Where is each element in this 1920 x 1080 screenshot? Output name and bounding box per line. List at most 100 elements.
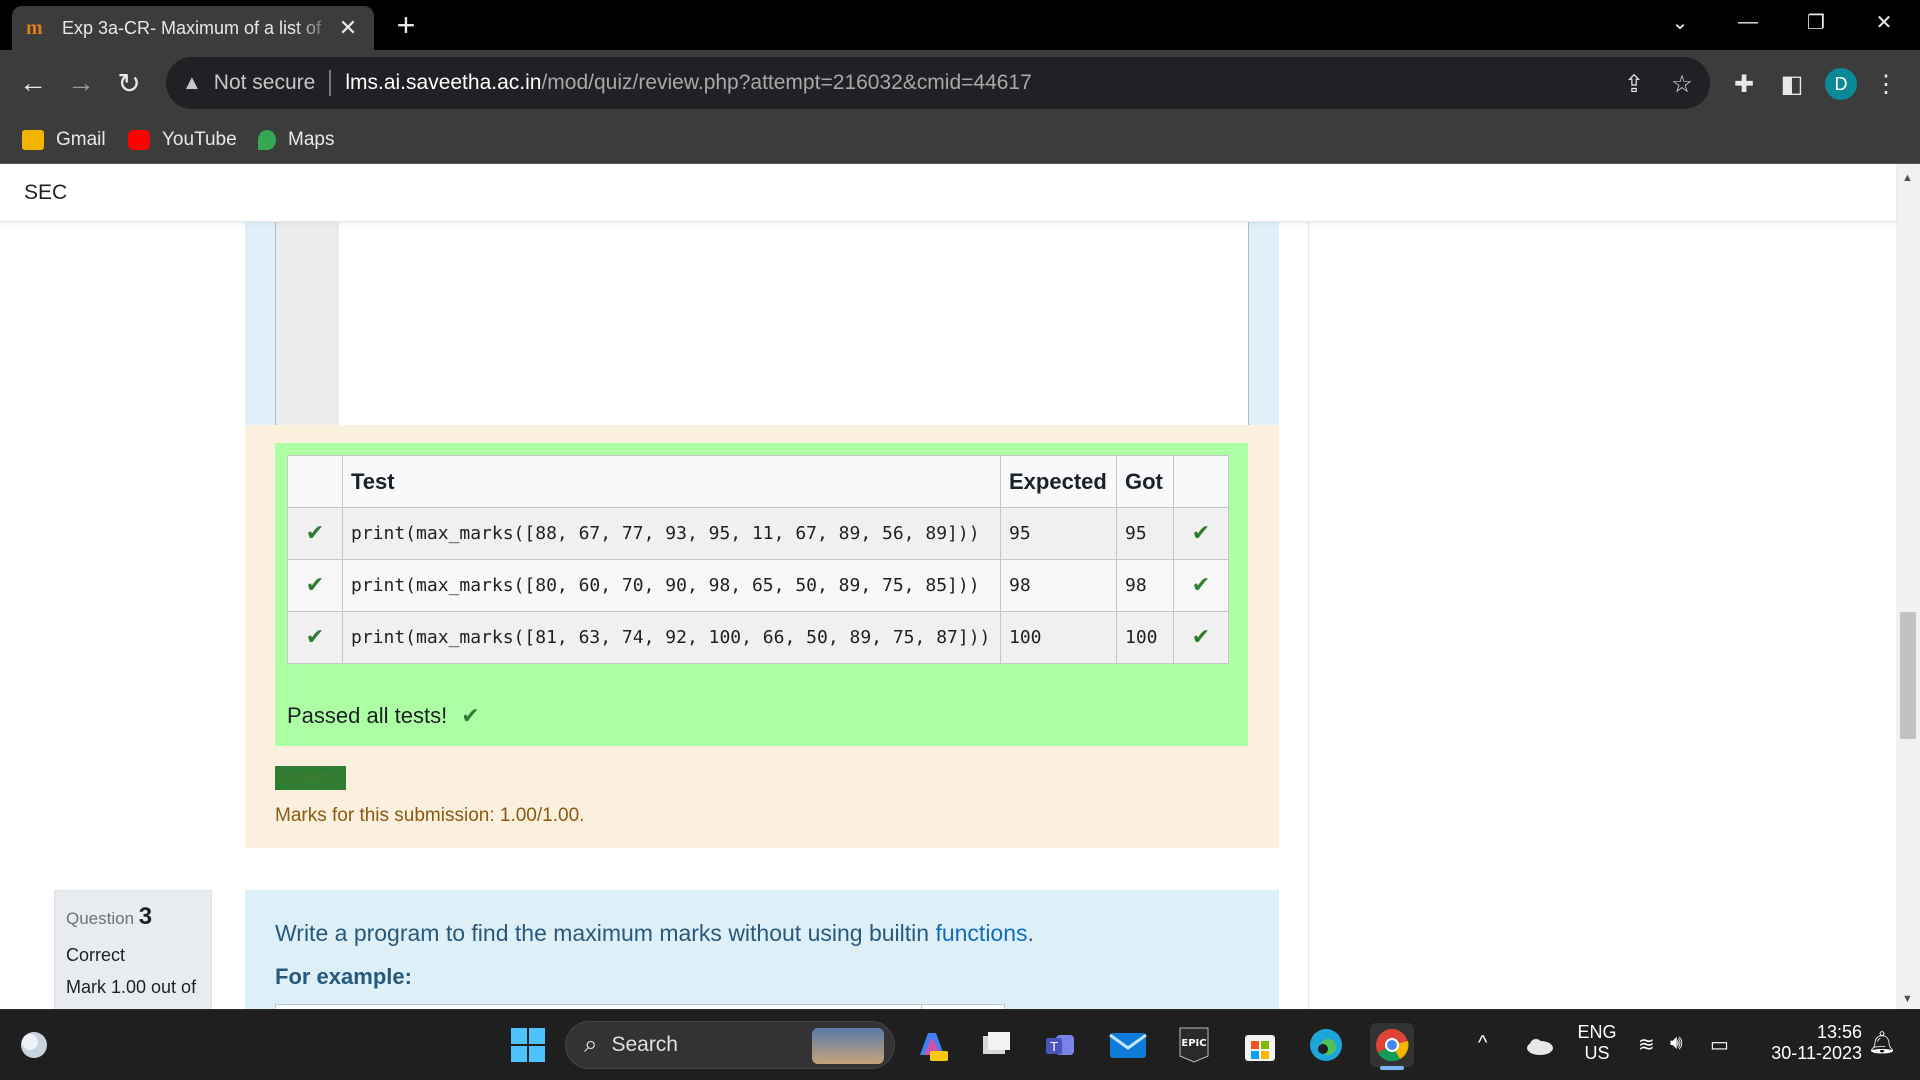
table-row: ✔ print(max_marks([88, 67, 77, 93, 95, 1… bbox=[287, 507, 1229, 560]
language-bottom: US bbox=[1584, 1043, 1610, 1063]
start-windows-icon[interactable] bbox=[506, 1023, 550, 1067]
clock[interactable]: 13:56 30-11-2023 bbox=[1752, 1022, 1862, 1064]
feedback-panel: Test Expected Got ✔ print(max_marks([88,… bbox=[245, 425, 1279, 848]
new-tab-button[interactable]: + bbox=[390, 9, 422, 42]
prompt-text: Write a program to find the maximum mark… bbox=[275, 920, 936, 946]
table-header-row: Test Expected Got bbox=[287, 455, 1229, 508]
question-number-value: 3 bbox=[138, 903, 153, 930]
tab-close-icon[interactable]: ✕ bbox=[336, 15, 360, 40]
marks-summary: Marks for this submission: 1.00/1.00. bbox=[275, 805, 585, 826]
search-highlight-icon bbox=[812, 1028, 884, 1064]
functions-link[interactable]: functions bbox=[935, 920, 1027, 946]
got-value: 98 bbox=[1116, 559, 1174, 612]
scrollbar-thumb[interactable] bbox=[1900, 612, 1916, 739]
taskbar-search-box[interactable]: ⌕ Search bbox=[565, 1021, 895, 1069]
test-results-box: Test Expected Got ✔ print(max_marks([88,… bbox=[275, 443, 1248, 746]
status-badge: Correct bbox=[275, 766, 346, 790]
side-panel-icon[interactable]: ◧ bbox=[1778, 70, 1806, 98]
expected-value: 95 bbox=[1000, 507, 1117, 560]
extensions-puzzle-icon[interactable]: ✚ bbox=[1730, 70, 1758, 98]
page-scrollbar[interactable]: ▲ ▼ bbox=[1896, 164, 1920, 1009]
test-results-table: Test Expected Got ✔ print(max_marks([88,… bbox=[287, 455, 1229, 664]
svg-text:T: T bbox=[1049, 1040, 1058, 1054]
forward-arrow-icon[interactable]: → bbox=[61, 63, 101, 103]
pass-check-icon: ✔ bbox=[287, 507, 343, 560]
search-icon: ⌕ bbox=[584, 1031, 598, 1058]
tab-title: Exp 3a-CR- Maximum of a list of bbox=[62, 17, 322, 38]
menu-kebab-icon[interactable]: ⋮ bbox=[1872, 70, 1900, 98]
scroll-down-arrow-icon[interactable]: ▼ bbox=[1902, 993, 1913, 1005]
prompt-end: . bbox=[1027, 920, 1034, 946]
question-state: Correct bbox=[66, 945, 126, 965]
url-domain: lms.ai.saveetha.ac.in bbox=[345, 71, 542, 94]
mail-icon[interactable] bbox=[1106, 1023, 1150, 1067]
wifi-icon[interactable]: ≋ bbox=[1638, 1032, 1655, 1057]
search-placeholder: Search bbox=[611, 1033, 678, 1056]
profile-avatar[interactable]: D bbox=[1825, 68, 1857, 100]
got-value: 95 bbox=[1116, 507, 1174, 560]
minimize-button[interactable]: — bbox=[1718, 0, 1778, 44]
address-bar[interactable]: ▲ Not secure lms.ai.saveetha.ac.in /mod/… bbox=[166, 57, 1710, 109]
epic-games-icon[interactable]: EPIC bbox=[1172, 1023, 1216, 1067]
bookmark-maps[interactable]: Maps bbox=[258, 124, 334, 156]
bookmark-label: Gmail bbox=[56, 129, 106, 150]
for-example-heading: For example: bbox=[275, 964, 412, 989]
active-app-indicator bbox=[1380, 1066, 1404, 1070]
language-indicator[interactable]: ENG US bbox=[1572, 1022, 1622, 1064]
maps-icon bbox=[258, 130, 276, 150]
test-code: print(max_marks([88, 67, 77, 93, 95, 11,… bbox=[342, 507, 1001, 560]
moodle-favicon-icon: m bbox=[26, 17, 43, 39]
header-result bbox=[1173, 455, 1229, 508]
bookmark-gmail[interactable]: Gmail bbox=[22, 124, 106, 156]
header-test: Test bbox=[342, 455, 1001, 508]
bookmark-label: YouTube bbox=[162, 129, 237, 150]
share-icon[interactable]: ⇪ bbox=[1620, 70, 1648, 98]
content-divider bbox=[1308, 222, 1309, 1009]
site-brand[interactable]: SEC bbox=[24, 181, 67, 205]
site-navbar: SEC bbox=[0, 164, 1896, 222]
header-status bbox=[287, 455, 343, 508]
microsoft-store-icon[interactable] bbox=[1238, 1023, 1282, 1067]
header-expected: Expected bbox=[1000, 455, 1117, 508]
bookmark-youtube[interactable]: YouTube bbox=[128, 124, 237, 156]
volume-icon[interactable]: 🔊︎ bbox=[1670, 1032, 1683, 1055]
svg-text:EPIC: EPIC bbox=[1181, 1038, 1206, 1049]
warning-triangle-icon: ▲ bbox=[182, 71, 202, 94]
chrome-icon[interactable] bbox=[1370, 1023, 1414, 1067]
pass-check-icon: ✔ bbox=[287, 559, 343, 612]
onedrive-cloud-icon[interactable] bbox=[1518, 1024, 1562, 1068]
windows-taskbar bbox=[0, 1009, 1920, 1080]
battery-icon[interactable]: ▭ bbox=[1710, 1032, 1729, 1057]
close-window-button[interactable]: ✕ bbox=[1854, 0, 1914, 44]
table-row: ✔ print(max_marks([81, 63, 74, 92, 100, … bbox=[287, 611, 1229, 664]
teams-icon[interactable]: T bbox=[1038, 1023, 1082, 1067]
pass-check-icon: ✔ bbox=[1173, 559, 1229, 612]
weather-icon[interactable] bbox=[12, 1023, 56, 1067]
back-arrow-icon[interactable]: ← bbox=[13, 63, 53, 103]
tab-search-icon[interactable]: ⌄ bbox=[1650, 0, 1710, 44]
edge-icon[interactable] bbox=[1304, 1023, 1348, 1067]
reload-icon[interactable]: ↻ bbox=[109, 63, 149, 103]
scroll-up-arrow-icon[interactable]: ▲ bbox=[1902, 172, 1913, 184]
question-info-panel: Question 3 Correct Mark 1.00 out of bbox=[54, 890, 212, 1009]
table-row: ✔ print(max_marks([80, 60, 70, 90, 98, 6… bbox=[287, 559, 1229, 612]
question-label: Question bbox=[66, 909, 135, 928]
question-mark: Mark 1.00 out of bbox=[66, 977, 197, 997]
clock-time: 13:56 bbox=[1816, 1022, 1862, 1042]
question-prompt: Write a program to find the maximum mark… bbox=[275, 920, 1034, 947]
restore-button[interactable]: ❐ bbox=[1786, 0, 1846, 44]
chevron-up-icon[interactable]: ^ bbox=[1478, 1032, 1487, 1055]
test-code: print(max_marks([80, 60, 70, 90, 98, 65,… bbox=[342, 559, 1001, 612]
pass-check-icon: ✔ bbox=[1173, 611, 1229, 664]
copilot-icon[interactable] bbox=[910, 1023, 954, 1067]
security-label: Not secure bbox=[213, 71, 316, 94]
bookmark-star-icon[interactable]: ☆ bbox=[1668, 70, 1696, 98]
got-value: 100 bbox=[1116, 611, 1174, 664]
clock-date: 30-11-2023 bbox=[1771, 1043, 1862, 1063]
passed-all-tests: Passed all tests! ✔ bbox=[287, 703, 480, 729]
pass-check-icon: ✔ bbox=[1173, 507, 1229, 560]
expected-value: 98 bbox=[1000, 559, 1117, 612]
browser-tab[interactable]: m Exp 3a-CR- Maximum of a list of ✕ bbox=[12, 6, 374, 50]
task-view-icon[interactable] bbox=[974, 1023, 1018, 1067]
notification-bell-icon[interactable]: 🔔︎ bbox=[1868, 1030, 1896, 1056]
